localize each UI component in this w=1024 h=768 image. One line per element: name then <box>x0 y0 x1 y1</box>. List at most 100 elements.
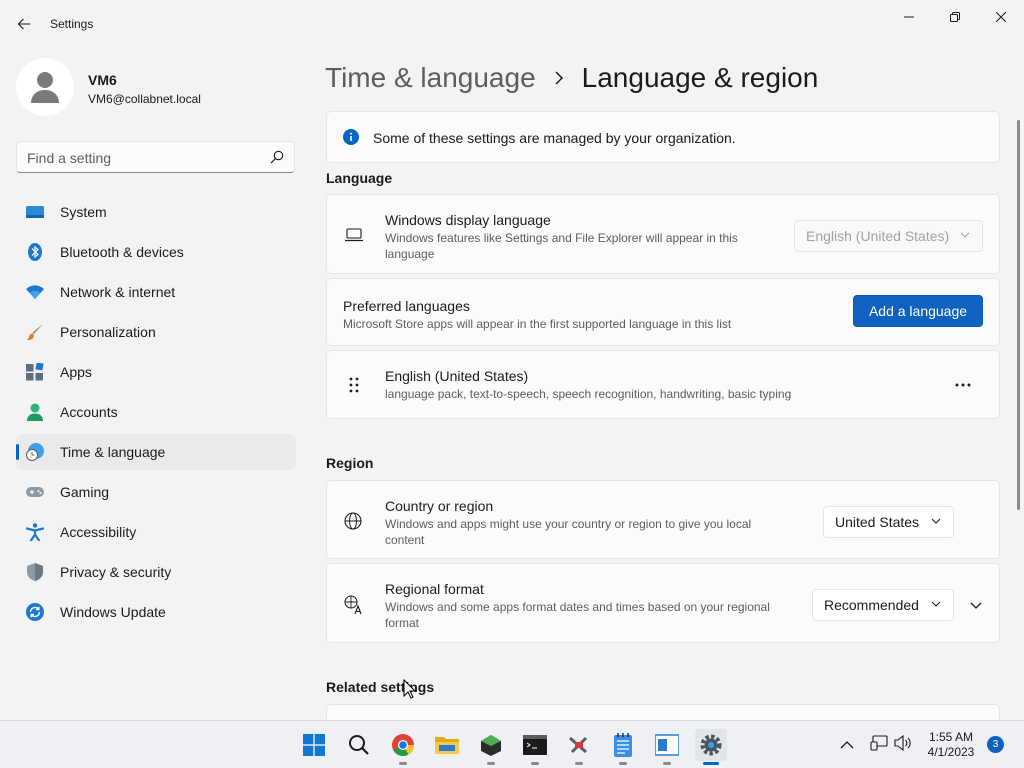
search-icon[interactable] <box>270 150 284 164</box>
shield-icon <box>27 563 43 581</box>
chevron-down-icon <box>970 602 982 609</box>
clock-time: 1:55 AM <box>928 730 974 744</box>
clock-globe-icon <box>26 443 44 461</box>
sidebar-item-privacy[interactable]: Privacy & security <box>16 554 296 590</box>
sidebar-nav: System Bluetooth & devices Network & int… <box>16 194 296 634</box>
row-description: Windows and some apps format dates and t… <box>385 600 770 630</box>
clock-date: 4/1/2023 <box>927 745 975 759</box>
tools-icon <box>569 736 588 754</box>
chevron-down-icon <box>931 601 941 607</box>
profile-email: VM6@collabnet.local <box>88 92 201 106</box>
language-section-title: Language <box>326 170 393 186</box>
search-box[interactable] <box>16 141 295 173</box>
notification-badge[interactable]: 3 <box>987 736 1004 753</box>
search-icon <box>349 735 369 755</box>
taskbar: 1:55 AM 4/1/2023 3 <box>0 720 1024 768</box>
sidebar-item-label: Time & language <box>60 444 166 460</box>
minimize-button[interactable] <box>886 4 932 30</box>
row-title: Regional format <box>385 581 484 597</box>
regional-format-dropdown[interactable]: Recommended <box>812 589 954 621</box>
add-language-button[interactable]: Add a language <box>853 295 983 327</box>
country-region-dropdown[interactable]: United States <box>823 506 954 538</box>
sidebar-item-accessibility[interactable]: Accessibility <box>16 514 296 550</box>
user-avatar-icon <box>31 72 59 103</box>
running-indicator <box>663 762 671 765</box>
gear-icon <box>700 734 722 756</box>
managed-notice: Some of these settings are managed by yo… <box>326 111 1000 163</box>
accessibility-icon <box>26 523 44 541</box>
row-title: Preferred languages <box>343 298 470 314</box>
drag-handle-icon[interactable] <box>349 377 359 393</box>
taskbar-search-button[interactable] <box>343 729 375 761</box>
sidebar-item-label: Gaming <box>60 484 110 500</box>
sidebar-item-personalization[interactable]: Personalization <box>16 314 296 350</box>
monitor-icon <box>26 206 44 218</box>
taskbar-chrome[interactable] <box>387 729 419 765</box>
taskbar-terminal[interactable] <box>519 729 551 765</box>
update-icon <box>26 603 44 621</box>
breadcrumb-parent-link[interactable]: Time & language <box>325 62 536 94</box>
sidebar-item-bluetooth[interactable]: Bluetooth & devices <box>16 234 296 270</box>
taskbar-notepad[interactable] <box>607 729 639 765</box>
sidebar-item-label: Apps <box>60 364 92 380</box>
running-indicator <box>487 762 495 765</box>
preferred-languages-row: Preferred languages Microsoft Store apps… <box>326 278 1000 346</box>
window-app-icon <box>655 734 679 756</box>
sidebar-item-label: Windows Update <box>60 604 166 620</box>
windows-display-language-row: Windows display language Windows feature… <box>326 194 1000 274</box>
sidebar-item-system[interactable]: System <box>16 194 296 230</box>
taskbar-app-cube[interactable] <box>475 729 507 765</box>
dropdown-value: Recommended <box>824 597 919 613</box>
title-bar: Settings <box>0 0 1024 48</box>
terminal-icon <box>523 735 547 755</box>
notice-text: Some of these settings are managed by yo… <box>373 130 736 146</box>
globe-icon <box>344 512 362 530</box>
info-icon <box>343 129 359 145</box>
sidebar-item-network[interactable]: Network & internet <box>16 274 296 310</box>
sidebar-item-time-language[interactable]: Time & language <box>16 434 296 470</box>
search-input[interactable] <box>27 148 257 168</box>
expand-button[interactable] <box>961 590 991 620</box>
taskbar-app-tools[interactable] <box>563 729 595 765</box>
related-settings-title: Related settings <box>326 679 435 695</box>
notepad-icon <box>614 733 632 757</box>
show-hidden-icons-button[interactable] <box>840 737 854 755</box>
person-icon <box>27 403 43 421</box>
speaker-icon <box>894 734 911 752</box>
sidebar-item-label: Network & internet <box>60 284 176 300</box>
bluetooth-icon <box>28 243 42 261</box>
sidebar-item-accounts[interactable]: Accounts <box>16 394 296 430</box>
sidebar-item-label: Privacy & security <box>60 564 172 580</box>
volume-tray-button[interactable] <box>894 734 912 756</box>
taskbar-app-window[interactable] <box>651 729 683 765</box>
regional-format-row: Regional format Windows and some apps fo… <box>326 563 1000 643</box>
sidebar-item-label: Accounts <box>60 404 118 420</box>
chevron-down-icon <box>931 518 941 524</box>
restore-button[interactable] <box>932 4 978 30</box>
wifi-icon <box>26 285 44 299</box>
chevron-down-icon <box>960 232 970 238</box>
cube-icon <box>481 735 501 756</box>
sidebar-item-apps[interactable]: Apps <box>16 354 296 390</box>
display-language-dropdown[interactable]: English (United States) <box>794 220 983 252</box>
more-options-button[interactable] <box>947 371 979 399</box>
sidebar-item-windows-update[interactable]: Windows Update <box>16 594 296 630</box>
start-button[interactable] <box>298 729 330 761</box>
row-description: Microsoft Store apps will appear in the … <box>343 317 732 331</box>
row-title: Windows display language <box>385 212 551 228</box>
running-indicator <box>399 762 407 765</box>
sidebar-item-label: Bluetooth & devices <box>60 244 184 260</box>
sidebar-item-gaming[interactable]: Gaming <box>16 474 296 510</box>
user-profile[interactable]: VM6 VM6@collabnet.local <box>16 58 296 118</box>
close-button[interactable] <box>978 4 1024 30</box>
back-button[interactable] <box>10 10 38 38</box>
taskbar-settings[interactable] <box>695 729 727 765</box>
taskbar-file-explorer[interactable] <box>431 729 463 761</box>
network-tray-button[interactable] <box>870 735 888 756</box>
row-title: English (United States) <box>385 368 529 384</box>
sidebar-item-label: Personalization <box>60 324 156 340</box>
scrollbar-thumb[interactable] <box>1017 120 1020 510</box>
language-format-icon <box>344 595 362 615</box>
taskbar-clock[interactable]: 1:55 AM 4/1/2023 <box>920 730 982 760</box>
region-section-title: Region <box>326 455 374 471</box>
